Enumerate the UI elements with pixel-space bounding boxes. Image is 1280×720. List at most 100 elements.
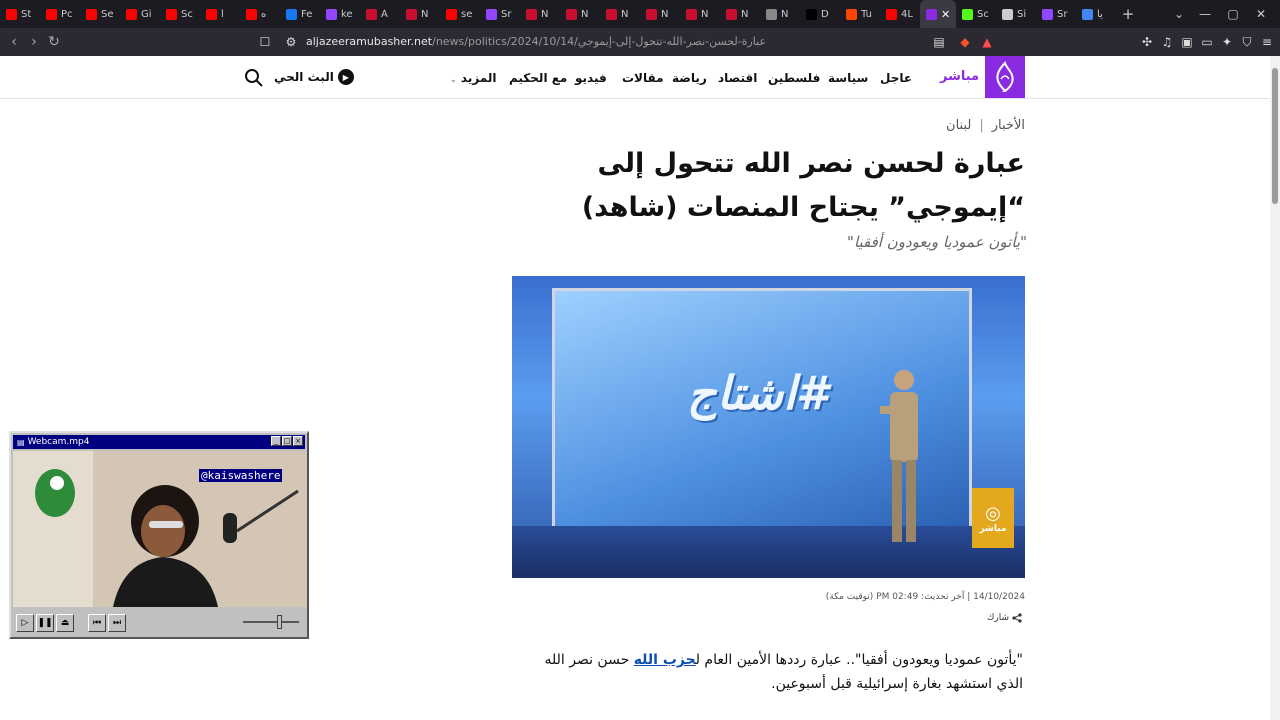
nav-economy[interactable]: اقتصاد <box>718 71 757 85</box>
tab-favicon-icon <box>1002 8 1013 20</box>
browser-tab[interactable]: ke <box>320 0 360 28</box>
new-tab-button[interactable]: + <box>1116 5 1140 23</box>
tab-favicon-icon <box>406 8 417 20</box>
nav-video[interactable]: فيديو <box>575 71 607 85</box>
nav-articles[interactable]: مقالات <box>622 71 664 85</box>
tab-favicon-icon <box>446 8 457 20</box>
nav-politics[interactable]: سياسة <box>828 71 868 85</box>
webcam-player-window[interactable]: ▤ Webcam.mp4 _ □ × @kaiswashere ▷ ❚❚ ⏏ ⏮… <box>9 431 309 639</box>
eject-button[interactable]: ⏏ <box>56 614 74 632</box>
browser-tab[interactable]: Sc <box>956 0 996 28</box>
browser-tab[interactable]: N <box>520 0 560 28</box>
close-button[interactable]: × <box>293 436 303 446</box>
browser-tab[interactable]: Sr <box>1036 0 1076 28</box>
page-scrollbar[interactable] <box>1270 56 1280 720</box>
extensions-icon[interactable]: ✣ <box>1138 33 1156 51</box>
browser-tab[interactable]: Pc <box>40 0 80 28</box>
browser-tab[interactable]: Sc <box>160 0 200 28</box>
brave-shields-icon[interactable]: ◆ <box>956 33 974 51</box>
menu-icon[interactable]: ≡ <box>1258 33 1276 51</box>
search-icon[interactable] <box>244 68 264 88</box>
video-file-icon: ▤ <box>17 437 25 447</box>
nav-palestine[interactable]: فلسطين <box>768 71 820 85</box>
browser-tab[interactable]: Sr <box>480 0 520 28</box>
next-button[interactable]: ⏭ <box>108 614 126 632</box>
article-hero-image[interactable]: #اشتاج ◎ مباشر <box>512 276 1025 578</box>
breadcrumb-lebanon[interactable]: لبنان <box>946 118 971 133</box>
browser-tab[interactable]: أ <box>200 0 240 28</box>
tab-title: Se <box>101 8 114 20</box>
scrollbar-thumb[interactable] <box>1272 68 1278 204</box>
breadcrumb-news[interactable]: الأخبار <box>992 118 1025 133</box>
reload-button[interactable]: ↻ <box>44 32 64 52</box>
article-updated: آخر تحديث: 02:49 PM (توقيت مكة) <box>825 592 965 602</box>
browser-tab[interactable]: ه <box>240 0 280 28</box>
tab-favicon-icon <box>526 8 537 20</box>
browser-tab[interactable]: Si <box>996 0 1036 28</box>
webcam-titlebar[interactable]: ▤ Webcam.mp4 <box>13 435 305 449</box>
bookmark-icon[interactable]: ☐ <box>256 33 274 51</box>
browser-tab[interactable]: N <box>680 0 720 28</box>
aljazeera-logo[interactable] <box>985 56 1025 98</box>
tab-title: se <box>461 8 473 20</box>
browser-tab[interactable]: N <box>760 0 800 28</box>
forward-button[interactable]: › <box>24 32 44 52</box>
play-button[interactable]: ▷ <box>16 614 34 632</box>
browser-tab[interactable]: Gi <box>120 0 160 28</box>
site-info-icon[interactable]: ⚙ <box>282 33 300 51</box>
browser-tab[interactable]: D <box>800 0 840 28</box>
nav-more[interactable]: المزيد ⌄ <box>450 71 496 85</box>
window-close-button[interactable]: ✕ <box>1244 0 1278 28</box>
sidebar-icon[interactable]: ▣ <box>1178 33 1196 51</box>
previous-button[interactable]: ⏮ <box>88 614 106 632</box>
nav-with-alhakim[interactable]: مع الحكيم <box>509 71 567 85</box>
reader-view-icon[interactable]: ▤ <box>930 33 948 51</box>
browser-tab[interactable]: Tu <box>840 0 880 28</box>
seek-slider[interactable] <box>243 615 299 629</box>
brave-rewards-icon[interactable]: ▲ <box>978 33 996 51</box>
nav-urgent[interactable]: عاجل <box>880 71 912 85</box>
share-button[interactable]: شارك <box>987 613 1022 623</box>
browser-tab[interactable]: N <box>720 0 760 28</box>
browser-tab[interactable]: N <box>400 0 440 28</box>
hezbollah-link[interactable]: حزب الله <box>634 652 696 668</box>
leo-ai-icon[interactable]: ✦ <box>1218 33 1236 51</box>
tab-title: N <box>581 8 589 20</box>
maximize-button[interactable]: □ <box>282 436 292 446</box>
tab-title: Si <box>1017 8 1027 20</box>
pause-button[interactable]: ❚❚ <box>36 614 54 632</box>
seek-slider-knob[interactable] <box>277 615 282 629</box>
tab-title: ke <box>341 8 353 20</box>
address-bar-url[interactable]: aljazeeramubasher.net/news/politics/2024… <box>306 34 1006 50</box>
tab-favicon-icon <box>286 8 297 20</box>
browser-tab[interactable]: se <box>440 0 480 28</box>
browser-tab[interactable]: N <box>600 0 640 28</box>
brand-label[interactable]: مباشر <box>940 69 979 84</box>
webcam-video[interactable]: @kaiswashere <box>13 451 307 607</box>
tab-title: يا <box>1097 8 1103 20</box>
browser-tab[interactable]: 4L <box>880 0 920 28</box>
vpn-shield-icon[interactable]: ⛉ <box>1238 33 1256 51</box>
browser-tab[interactable]: Se <box>80 0 120 28</box>
minimize-button[interactable]: _ <box>271 436 281 446</box>
tab-favicon-icon <box>606 8 617 20</box>
tab-favicon-icon <box>1042 8 1053 20</box>
nav-sports[interactable]: رياضة <box>672 71 707 85</box>
tab-favicon-icon <box>46 8 57 20</box>
tab-close-icon[interactable]: ✕ <box>941 8 950 21</box>
hero-hashtag: #اشتاج <box>687 366 828 420</box>
watermark-logo-icon: ◎ <box>985 502 1001 524</box>
tab-title: أ <box>221 8 224 20</box>
browser-tab[interactable]: N <box>560 0 600 28</box>
browser-tab[interactable]: يا <box>1076 0 1116 28</box>
media-icon[interactable]: ♫ <box>1158 33 1176 51</box>
live-stream-link[interactable]: ▶ البث الحي <box>274 69 354 85</box>
browser-tab-active[interactable]: ✕ <box>920 0 956 28</box>
wallet-icon[interactable]: ▭ <box>1198 33 1216 51</box>
browser-tab[interactable]: N <box>640 0 680 28</box>
browser-tab[interactable]: St <box>0 0 40 28</box>
tab-favicon-icon <box>846 8 857 20</box>
browser-tab[interactable]: À <box>360 0 400 28</box>
browser-tab[interactable]: Fe <box>280 0 320 28</box>
back-button[interactable]: ‹ <box>4 32 24 52</box>
